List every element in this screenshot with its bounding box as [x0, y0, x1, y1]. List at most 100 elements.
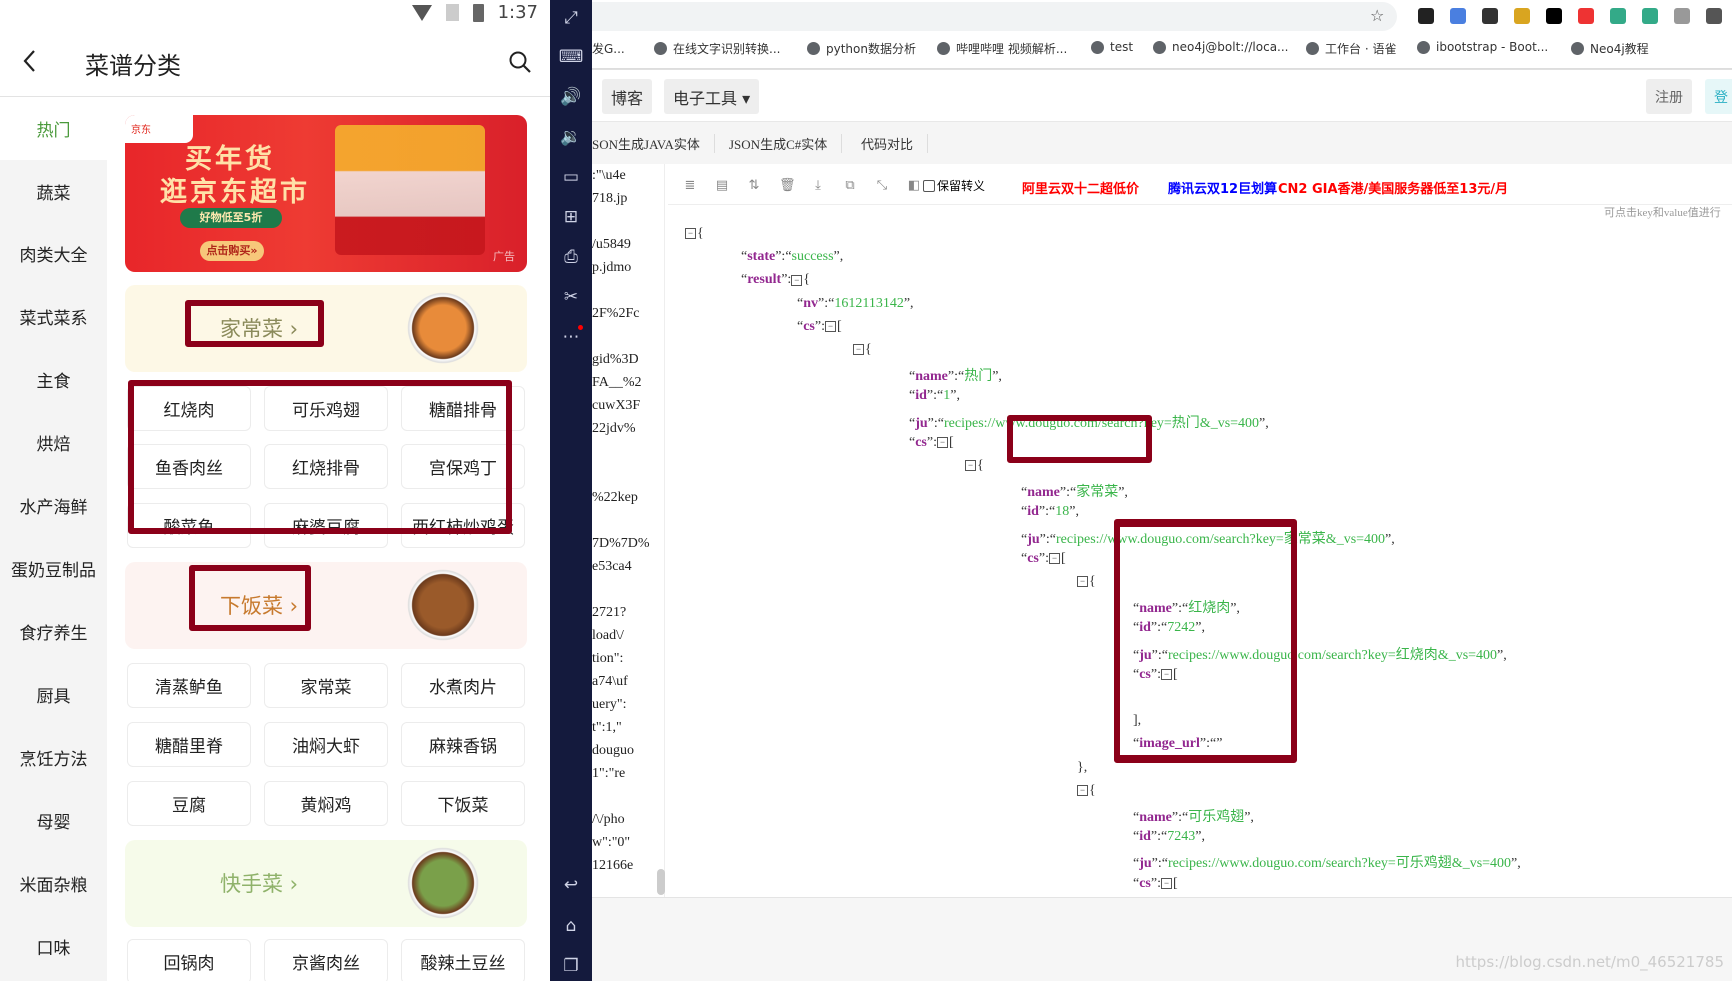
json-key[interactable]: ju [1139, 856, 1151, 871]
json-key[interactable]: nv [803, 296, 818, 311]
bookmark-item[interactable]: 在线文字识别转换... [654, 40, 780, 57]
sidebar-item-11[interactable]: 母婴 [0, 789, 107, 852]
collapse-toggle-icon[interactable]: − [825, 321, 836, 333]
submenu-json-java[interactable]: SON生成JAVA实体 [592, 134, 715, 153]
textarea-scrollbar[interactable] [657, 869, 665, 895]
json-key[interactable]: ju [1027, 532, 1039, 547]
collapse-toggle-icon[interactable]: − [685, 228, 696, 240]
section-title[interactable]: 快手菜 › [220, 868, 298, 898]
json-key[interactable]: name [1027, 485, 1060, 500]
ad-link[interactable]: 腾讯云双12巨划算 [1168, 178, 1277, 197]
trash-icon[interactable]: 🗑 [779, 178, 796, 193]
dish-button[interactable]: 糖醋排骨 [401, 386, 525, 431]
dish-button[interactable]: 西红柿炒鸡蛋 [401, 503, 525, 548]
bookmark-item[interactable]: test [1091, 40, 1133, 54]
dish-button[interactable]: 酸辣土豆丝 [401, 939, 525, 981]
json-key[interactable]: id [1027, 504, 1039, 519]
dish-button[interactable]: 可乐鸡翅 [264, 386, 388, 431]
input-textarea[interactable]: :"\u4e 718.jp/u5849 p.jdmo 2F%2Fc gid%3D FA__… [592, 164, 665, 897]
json-key[interactable]: ju [1139, 648, 1151, 663]
sidebar-item-5[interactable]: 烘焙 [0, 411, 107, 474]
back-button[interactable] [20, 46, 40, 76]
dish-button[interactable]: 鱼香肉丝 [127, 444, 251, 489]
json-key[interactable]: id [1139, 620, 1151, 635]
json-key[interactable]: cs [915, 435, 927, 450]
keep-escape-checkbox[interactable]: 保留转义 [923, 177, 985, 194]
collapse-toggle-icon[interactable]: − [1077, 576, 1088, 588]
more-icon[interactable]: ⋯ [550, 327, 592, 347]
login-button[interactable]: 登 [1705, 79, 1732, 114]
sidebar-item-13[interactable]: 口味 [0, 915, 107, 978]
extension-icon[interactable] [1706, 8, 1722, 24]
dish-button[interactable]: 回锅肉 [127, 939, 251, 981]
home-icon[interactable]: ⌂ [550, 916, 592, 936]
excel-icon[interactable]: ▤ [715, 178, 729, 193]
sidebar-item-0[interactable]: 热门 [0, 97, 107, 160]
recents-icon[interactable]: ❐ [550, 956, 592, 976]
sidebar-item-9[interactable]: 厨具 [0, 663, 107, 726]
nav-tools-dropdown[interactable]: 电子工具 ▾ [664, 79, 760, 114]
screen-icon[interactable]: ▭ [550, 167, 592, 187]
banner-cta-button[interactable]: 点击购买» [200, 241, 264, 261]
json-key[interactable]: name [1139, 810, 1172, 825]
json-value[interactable]: 热门 [964, 369, 992, 384]
volume-down-icon[interactable]: 🔉 [550, 127, 592, 147]
collapse-icon[interactable]: ◧ [907, 178, 921, 193]
dish-button[interactable]: 糖醋里脊 [127, 722, 251, 767]
extension-icon[interactable] [1482, 8, 1498, 24]
ad-link[interactable]: CN2 GIA香港/美国服务器低至13元/月 [1278, 178, 1508, 197]
json-value[interactable]: success [792, 249, 834, 264]
collapse-toggle-icon[interactable]: − [791, 274, 803, 286]
json-key[interactable]: cs [1139, 667, 1151, 682]
json-value[interactable]: recipes://www.douguo.com/search?key=红烧肉&… [1168, 648, 1497, 663]
json-key[interactable]: image_url [1139, 736, 1200, 751]
install-apk-icon[interactable]: ⊞ [550, 207, 592, 227]
json-key[interactable]: cs [803, 319, 815, 334]
bookmark-item[interactable]: python数据分析 [807, 40, 916, 57]
submenu-json-csharp[interactable]: JSON生成C#实体 [729, 134, 843, 153]
extension-icon[interactable] [1418, 8, 1434, 24]
json-value[interactable]: 7243 [1167, 829, 1195, 844]
collapse-toggle-icon[interactable]: − [937, 437, 948, 449]
json-key[interactable]: id [915, 388, 927, 403]
section-title[interactable]: 下饭菜 › [220, 590, 298, 620]
section-title[interactable]: 家常菜 › [220, 313, 298, 343]
json-key[interactable]: name [1139, 601, 1172, 616]
dish-button[interactable]: 宫保鸡丁 [401, 444, 525, 489]
ad-link[interactable]: 阿里云双十二超低价 [1022, 178, 1139, 197]
download-icon[interactable]: ⤓ [811, 178, 825, 193]
back-icon[interactable]: ↩ [550, 875, 592, 895]
extension-icon[interactable] [1578, 8, 1594, 24]
json-value[interactable]: 1612113142 [834, 296, 903, 311]
bookmark-item[interactable]: ibootstrap - Boot... [1417, 40, 1548, 54]
print-icon[interactable]: ⎙ [550, 247, 592, 267]
address-bar[interactable] [592, 2, 1397, 31]
sidebar-item-3[interactable]: 菜式菜系 [0, 285, 107, 348]
sidebar-item-12[interactable]: 米面杂粮 [0, 852, 107, 915]
bookmark-item[interactable]: neo4j@bolt://loca... [1153, 40, 1289, 54]
dish-button[interactable]: 麻辣香锅 [401, 722, 525, 767]
bookmark-star-icon[interactable]: ☆ [1370, 6, 1384, 25]
collapse-toggle-icon[interactable]: − [853, 344, 864, 356]
dish-button[interactable]: 豆腐 [127, 781, 251, 826]
compress-icon[interactable]: ⤡ [875, 178, 889, 193]
json-value[interactable]: 7242 [1167, 620, 1195, 635]
json-value[interactable]: 1 [943, 388, 950, 403]
dish-button[interactable]: 清蒸鲈鱼 [127, 663, 251, 708]
sort-icon[interactable]: ⇅ [747, 178, 761, 193]
bookmark-item[interactable]: 哔哩哔哩 视频解析... [937, 40, 1067, 57]
json-key[interactable]: cs [1139, 876, 1151, 891]
bookmark-item[interactable]: 发G... [592, 40, 625, 57]
dish-button[interactable]: 红烧肉 [127, 386, 251, 431]
json-key[interactable]: ju [915, 416, 927, 431]
dish-button[interactable]: 酸菜鱼 [127, 503, 251, 548]
extension-icon[interactable] [1674, 8, 1690, 24]
json-value[interactable]: recipes://www.douguo.com/search?key=可乐鸡翅… [1168, 856, 1511, 871]
dish-button[interactable]: 下饭菜 [401, 781, 525, 826]
sidebar-item-10[interactable]: 烹饪方法 [0, 726, 107, 789]
json-value[interactable]: 红烧肉 [1188, 601, 1230, 616]
dish-button[interactable]: 红烧排骨 [264, 444, 388, 489]
bookmark-item[interactable]: 工作台 · 语雀 [1306, 40, 1396, 57]
copy-icon[interactable]: ⧉ [843, 178, 857, 193]
collapse-toggle-icon[interactable]: − [1077, 785, 1088, 797]
